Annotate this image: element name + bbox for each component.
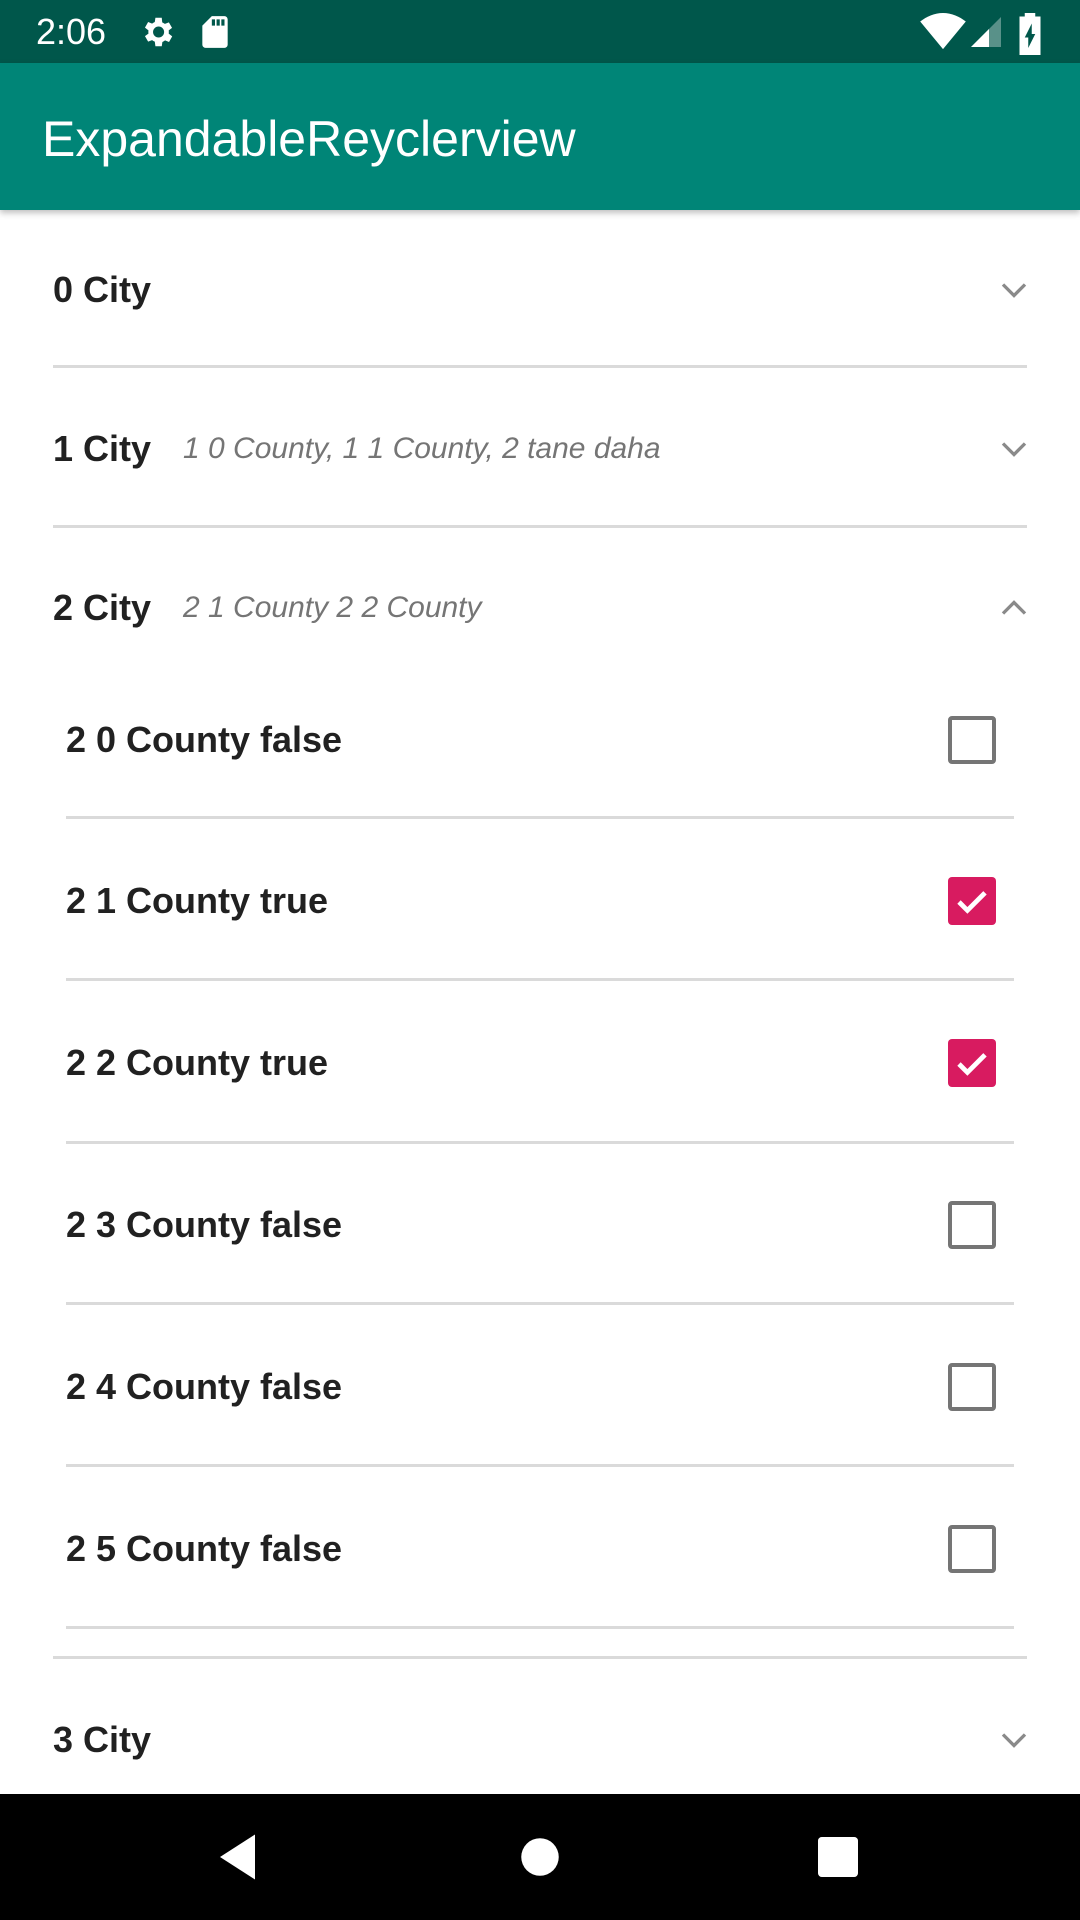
child-row-2-4-county[interactable]: 2 4 County false [0, 1306, 1080, 1468]
child-row-2-5-county[interactable]: 2 5 County false [0, 1468, 1080, 1630]
divider [66, 1302, 1014, 1305]
child-label: 2 4 County false [66, 1366, 343, 1407]
child-row-2-2-county[interactable]: 2 2 County true [0, 982, 1080, 1144]
chevron-up-icon [992, 586, 1036, 630]
divider [66, 978, 1014, 981]
divider [66, 1464, 1014, 1467]
group-summary: 1 0 County, 1 1 County, 2 tane daha [183, 431, 661, 465]
recents-icon[interactable] [808, 1827, 868, 1887]
battery-charging-icon [1016, 13, 1044, 55]
group-header-0-city[interactable]: 0 City [0, 210, 1080, 369]
gear-icon [138, 13, 176, 51]
sd-card-icon [196, 13, 234, 51]
checkbox[interactable] [948, 1363, 996, 1411]
child-label: 2 5 County false [66, 1528, 343, 1569]
chevron-down-icon [992, 268, 1036, 312]
group-title: 0 City [53, 268, 152, 310]
checkbox[interactable] [948, 1201, 996, 1249]
back-icon[interactable] [210, 1827, 270, 1887]
child-row-2-3-county[interactable]: 2 3 County false [0, 1144, 1080, 1306]
navigation-bar [0, 1794, 1080, 1920]
child-row-2-0-county[interactable]: 2 0 County false [0, 659, 1080, 821]
group-summary: 2 1 County 2 2 County [183, 590, 482, 624]
home-icon[interactable] [510, 1827, 570, 1887]
checkmark-icon [957, 1053, 987, 1076]
divider [53, 365, 1027, 368]
divider [66, 816, 1014, 819]
app-title: ExpandableReyclerview [42, 111, 576, 167]
app-bar: ExpandableReyclerview [0, 63, 1080, 210]
chevron-down-icon [992, 1718, 1036, 1762]
checkmark-icon [957, 891, 987, 914]
child-label: 2 2 County true [66, 1042, 329, 1083]
wifi-icon [920, 13, 966, 51]
expandable-list[interactable]: 0 City 1 City 1 0 County, 1 1 County, 2 … [0, 210, 1080, 1794]
checkbox[interactable] [948, 1039, 996, 1087]
status-time: 2:06 [36, 11, 107, 52]
group-title: 3 City [53, 1718, 152, 1760]
group-title: 1 City [53, 427, 152, 469]
divider [66, 1626, 1014, 1629]
child-label: 2 3 County false [66, 1204, 343, 1245]
child-label: 2 0 County false [66, 719, 343, 760]
checkbox[interactable] [948, 877, 996, 925]
group-title: 2 City [53, 586, 152, 628]
child-row-2-1-county[interactable]: 2 1 County true [0, 820, 1080, 982]
signal-icon [968, 13, 1006, 51]
group-header-1-city[interactable]: 1 City 1 0 County, 1 1 County, 2 tane da… [0, 369, 1080, 528]
child-label: 2 1 County true [66, 880, 329, 921]
chevron-down-icon [992, 427, 1036, 471]
group-header-3-city[interactable]: 3 City [0, 1660, 1080, 1794]
status-bar: 2:06 [0, 0, 1080, 63]
checkbox[interactable] [948, 716, 996, 764]
checkbox[interactable] [948, 1525, 996, 1573]
divider [53, 1656, 1027, 1659]
